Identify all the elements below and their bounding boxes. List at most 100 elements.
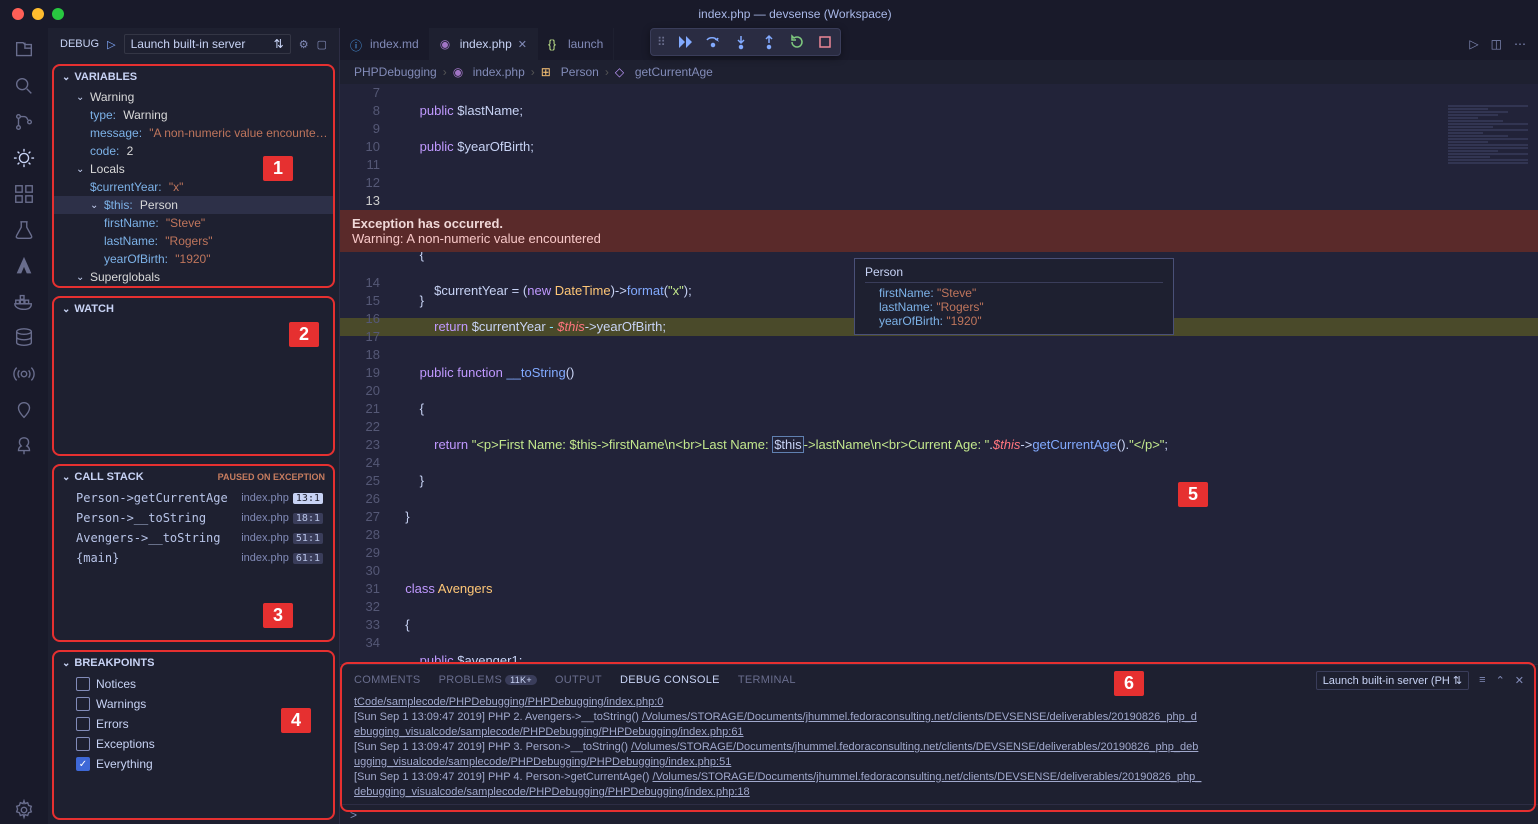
gutter: 1415161718192021222324252627282930313233… <box>340 274 388 652</box>
tab-terminal[interactable]: TERMINAL <box>738 674 796 686</box>
close-button[interactable] <box>12 8 24 20</box>
watch-header[interactable]: ⌄WATCH <box>54 298 333 320</box>
breakpoint-item[interactable]: Exceptions <box>54 734 333 754</box>
session-select[interactable]: Launch built-in server (PH ⇅ <box>1316 671 1469 690</box>
debug-output-icon[interactable]: ▢ <box>317 38 327 51</box>
debug-console-input[interactable]: > <box>340 804 1538 824</box>
callstack-panel: ⌄CALL STACKPAUSED ON EXCEPTION Person->g… <box>52 464 335 642</box>
variable-row[interactable]: lastName: "Rogers" <box>54 232 333 250</box>
debug-label: DEBUG <box>60 38 99 50</box>
titlebar: index.php — devsense (Workspace) <box>0 0 1538 28</box>
class-icon: ⊞ <box>541 65 555 79</box>
variable-row[interactable]: ⌄$this: Person <box>54 196 333 214</box>
exception-banner: Exception has occurred. Warning: A non-n… <box>340 210 1538 252</box>
activity-bar <box>0 28 48 824</box>
callstack-frame[interactable]: Person->getCurrentAgeindex.php13:1 <box>54 488 333 508</box>
more-icon[interactable]: ⋯ <box>1514 37 1526 51</box>
gutter: 78910111213 <box>340 84 388 210</box>
tab-debug-console[interactable]: DEBUG CONSOLE <box>620 674 720 686</box>
method-icon: ◇ <box>615 65 629 79</box>
tab-problems[interactable]: PROBLEMS11K+ <box>439 674 537 686</box>
json-icon: {} <box>548 37 562 51</box>
callstack-frame[interactable]: Avengers->__toStringindex.php51:1 <box>54 528 333 548</box>
collapse-icon[interactable]: ⌃ <box>1496 674 1505 687</box>
live-icon[interactable] <box>10 360 38 388</box>
azure-icon[interactable] <box>10 252 38 280</box>
checkbox[interactable] <box>76 677 90 691</box>
hover-tooltip: Person firstName: "Steve" lastName: "Rog… <box>854 258 1174 335</box>
drag-handle-icon[interactable]: ⠿ <box>657 35 666 49</box>
breadcrumb[interactable]: PHPDebugging› ◉index.php› ⊞Person› ◇getC… <box>340 60 1538 84</box>
source-control-icon[interactable] <box>10 108 38 136</box>
variables-panel: ⌄VARIABLES ⌄Warning type: Warning messag… <box>52 64 335 288</box>
window-title: index.php — devsense (Workspace) <box>64 7 1526 21</box>
restart-icon[interactable] <box>788 33 806 51</box>
breakpoints-panel: ⌄BREAKPOINTS Notices Warnings Errors Exc… <box>52 650 335 820</box>
tab-launch-json[interactable]: {}launch <box>538 28 614 60</box>
variable-row[interactable]: firstName: "Steve" <box>54 214 333 232</box>
filter-icon[interactable]: ≡ <box>1479 674 1485 686</box>
continue-icon[interactable] <box>676 33 694 51</box>
settings-icon[interactable] <box>10 796 38 824</box>
tab-index-php[interactable]: ◉index.php✕ <box>430 28 538 60</box>
tree-icon[interactable] <box>10 432 38 460</box>
checkbox[interactable] <box>76 717 90 731</box>
variables-header[interactable]: ⌄VARIABLES <box>54 66 333 88</box>
explorer-icon[interactable] <box>10 36 38 64</box>
tab-comments[interactable]: COMMENTS <box>354 674 421 686</box>
start-debug-icon[interactable]: ▷ <box>107 38 115 51</box>
docker-icon[interactable] <box>10 288 38 316</box>
debug-sidebar: DEBUG ▷ Launch built-in server ⇅ ⚙ ▢ ⌄VA… <box>48 28 340 824</box>
close-icon[interactable]: ✕ <box>518 38 527 51</box>
ext2-icon[interactable] <box>10 396 38 424</box>
variable-row[interactable]: code: 2 <box>54 142 333 160</box>
debug-config-select[interactable]: Launch built-in server ⇅ <box>124 34 291 54</box>
info-icon: ⓘ <box>350 37 364 51</box>
checkbox[interactable] <box>76 737 90 751</box>
variable-row[interactable]: type: Warning <box>54 106 333 124</box>
extensions-icon[interactable] <box>10 180 38 208</box>
variable-group[interactable]: ⌄Locals <box>54 160 333 178</box>
search-icon[interactable] <box>10 72 38 100</box>
tab-actions: ▷ ◫ ⋯ <box>1469 28 1538 60</box>
checkbox[interactable]: ✓ <box>76 757 90 771</box>
maximize-button[interactable] <box>52 8 64 20</box>
debug-icon[interactable] <box>10 144 38 172</box>
minimap[interactable] <box>1438 84 1538 664</box>
code-editor[interactable]: 78910111213 public $lastName; public $ye… <box>340 84 1538 664</box>
variable-group[interactable]: ⌄Warning <box>54 88 333 106</box>
test-icon[interactable] <box>10 216 38 244</box>
callstack-frame[interactable]: Person->__toStringindex.php18:1 <box>54 508 333 528</box>
breakpoint-item[interactable]: Errors <box>54 714 333 734</box>
debug-toolbar[interactable]: ⠿ <box>650 28 841 56</box>
breakpoint-item[interactable]: ✓Everything <box>54 754 333 774</box>
callstack-frame[interactable]: {main}index.php61:1 <box>54 548 333 568</box>
step-out-icon[interactable] <box>760 33 778 51</box>
breakpoint-item[interactable]: Warnings <box>54 694 333 714</box>
variable-row[interactable]: $currentYear: "x" <box>54 178 333 196</box>
gear-icon[interactable]: ⚙ <box>299 38 309 51</box>
step-over-icon[interactable] <box>704 33 722 51</box>
annotation-badge: 5 <box>1178 482 1208 507</box>
callstack-header[interactable]: ⌄CALL STACKPAUSED ON EXCEPTION <box>54 466 333 488</box>
variable-group[interactable]: ⌄Superglobals <box>54 268 333 286</box>
breakpoints-header[interactable]: ⌄BREAKPOINTS <box>54 652 333 674</box>
checkbox[interactable] <box>76 697 90 711</box>
step-into-icon[interactable] <box>732 33 750 51</box>
terminal-output[interactable]: tCode/samplecode/PHPDebugging/PHPDebuggi… <box>340 695 1538 804</box>
tab-index-md[interactable]: ⓘindex.md <box>340 28 430 60</box>
terminal-panel: 6 COMMENTS PROBLEMS11K+ OUTPUT DEBUG CON… <box>340 664 1538 824</box>
stop-icon[interactable] <box>816 33 834 51</box>
tab-output[interactable]: OUTPUT <box>555 674 602 686</box>
variable-row[interactable]: message: "A non-numeric value encounte… <box>54 124 333 142</box>
variable-row[interactable]: yearOfBirth: "1920" <box>54 250 333 268</box>
annotation-badge: 2 <box>289 322 319 347</box>
window-controls <box>12 8 64 20</box>
split-icon[interactable]: ◫ <box>1491 37 1502 51</box>
breakpoint-item[interactable]: Notices <box>54 674 333 694</box>
run-icon[interactable]: ▷ <box>1469 37 1478 51</box>
editor-area: ⓘindex.md ◉index.php✕ {}launch ▷ ◫ ⋯ ⠿ P… <box>340 28 1538 824</box>
minimize-button[interactable] <box>32 8 44 20</box>
database-icon[interactable] <box>10 324 38 352</box>
close-panel-icon[interactable]: ✕ <box>1515 674 1524 687</box>
